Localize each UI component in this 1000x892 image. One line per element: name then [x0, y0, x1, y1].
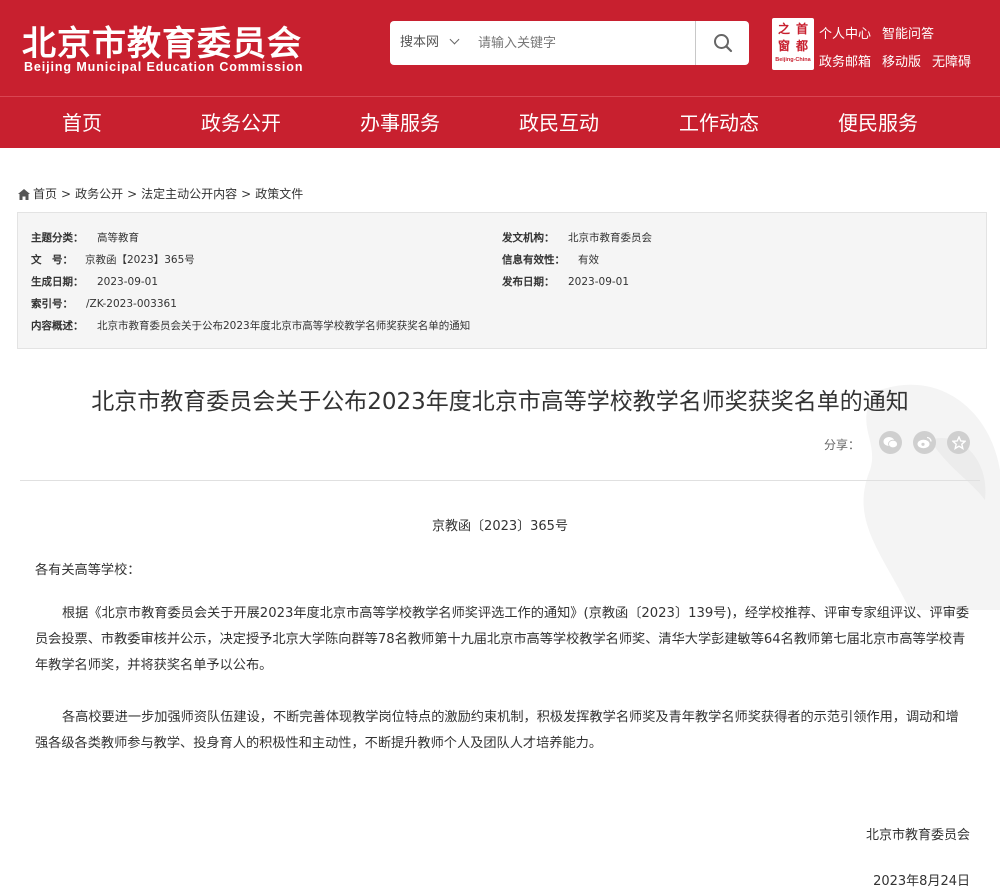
meta-summary-label: 内容概述： [31, 320, 84, 332]
meta-docnum: 文 号： 京教函【2023】365号 [31, 252, 195, 267]
chevron-down-icon [449, 34, 460, 45]
meta-validity-label: 信息有效性： [502, 254, 565, 266]
link-accessibility[interactable]: 无障碍 [932, 55, 971, 70]
article-title: 北京市教育委员会关于公布2023年度北京市高等学校教学名师奖获奖名单的通知 [91, 389, 909, 415]
meta-created: 生成日期： 2023-09-01 [31, 274, 158, 289]
share-label: 分享： [824, 438, 861, 452]
link-gov-mailbox[interactable]: 政务邮箱 [819, 55, 871, 70]
meta-issuer-value: 北京市教育委员会 [568, 232, 652, 244]
link-smart-qa[interactable]: 智能问答 [882, 27, 934, 42]
breadcrumb-home[interactable]: 首页 [33, 187, 57, 201]
meta-summary-value: 北京市教育委员会关于公布2023年度北京市高等学校教学名师奖获奖名单的通知 [97, 320, 471, 332]
breadcrumb-separator: > [127, 187, 138, 201]
document-meta-box: 主题分类： 高等教育 发文机构： 北京市教育委员会 文 号： 京教函【2023】365… [17, 212, 987, 349]
search-scope-select[interactable]: 搜本网 [400, 21, 460, 65]
seal-char: 首 [795, 22, 808, 36]
article-signer: 北京市教育委员会 [865, 828, 970, 843]
site-header: 北京市教育委员会 Beijing Municipal Education Com… [0, 0, 1000, 96]
nav-item-public-services[interactable]: 便民服务 [838, 97, 918, 149]
link-personal-center[interactable]: 个人中心 [819, 27, 871, 42]
title-divider [20, 480, 980, 481]
breadcrumb-separator: > [241, 187, 252, 201]
meta-created-label: 生成日期： [31, 276, 84, 288]
meta-topic-value: 高等教育 [97, 232, 139, 244]
nav-item-gov-affairs[interactable]: 政务公开 [201, 97, 281, 149]
meta-validity: 信息有效性： 有效 [502, 252, 599, 267]
nav-item-services[interactable]: 办事服务 [360, 97, 440, 149]
seal-chars: 之 首 窗 都 [775, 21, 811, 55]
article-doc-number: 京教函〔2023〕365号 [432, 519, 568, 534]
search-input[interactable] [478, 29, 678, 57]
article-paragraph-2: 各高校要进一步加强师资队伍建设，不断完善体现教学岗位特点的激励约束机制，积极发挥… [35, 710, 959, 751]
link-mobile-version[interactable]: 移动版 [882, 55, 921, 70]
nav-item-work-news[interactable]: 工作动态 [679, 97, 759, 149]
breadcrumb-gov-affairs[interactable]: 政务公开 [75, 187, 123, 201]
home-icon [18, 189, 30, 200]
nav-item-home[interactable]: 首页 [62, 97, 102, 149]
breadcrumb-separator: > [61, 187, 72, 201]
meta-published: 发布日期： 2023-09-01 [502, 274, 629, 289]
search-icon [713, 34, 732, 53]
nav-item-interaction[interactable]: 政民互动 [519, 97, 599, 149]
meta-summary: 内容概述： 北京市教育委员会关于公布2023年度北京市高等学校教学名师奖获奖名单的… [31, 318, 470, 333]
breadcrumb-policy-docs[interactable]: 政策文件 [255, 187, 303, 201]
favorite-icon [951, 435, 966, 450]
share-weibo-button[interactable] [913, 431, 936, 454]
seal-char: 都 [795, 39, 808, 53]
capital-window-seal[interactable]: 之 首 窗 都 Beijing-China [772, 18, 814, 70]
site-logo-en: Beijing Municipal Education Commission [24, 60, 304, 74]
meta-validity-value: 有效 [578, 254, 599, 266]
search-bar: 搜本网 [390, 21, 749, 65]
share-wechat-button[interactable] [879, 431, 902, 454]
meta-topic-label: 主题分类： [31, 232, 84, 244]
top-links-row1: 个人中心 智能问答 [819, 23, 945, 42]
breadcrumb-public-content[interactable]: 法定主动公开内容 [141, 187, 237, 201]
meta-docnum-value: 京教函【2023】365号 [85, 254, 195, 266]
meta-published-label: 发布日期： [502, 276, 555, 288]
meta-index-value: /ZK-2023-003361 [86, 298, 177, 310]
seal-en-text: Beijing-China [775, 57, 811, 63]
meta-created-value: 2023-09-01 [97, 276, 159, 288]
main-nav: 首页 政务公开 办事服务 政民互动 工作动态 便民服务 [0, 96, 1000, 148]
search-button[interactable] [696, 21, 749, 65]
top-links-row2: 政务邮箱 移动版 无障碍 [819, 51, 982, 70]
meta-index: 索引号： /ZK-2023-003361 [31, 296, 177, 311]
meta-index-label: 索引号： [31, 298, 73, 310]
weibo-icon [917, 436, 932, 449]
meta-published-value: 2023-09-01 [568, 276, 630, 288]
site-logo-cn[interactable]: 北京市教育委员会 [22, 16, 302, 65]
meta-topic: 主题分类： 高等教育 [31, 230, 139, 245]
article-paragraph-1: 根据《北京市教育委员会关于开展2023年度北京市高等学校教学名师奖评选工作的通知… [35, 606, 970, 673]
seal-char: 之 [777, 22, 790, 36]
article-salutation: 各有关高等学校： [35, 563, 141, 578]
wechat-icon [883, 437, 898, 449]
meta-issuer-label: 发文机构： [502, 232, 555, 244]
article-date: 2023年8月24日 [873, 874, 970, 889]
breadcrumb: 首页 > 政务公开 > 法定主动公开内容 > 政策文件 [18, 185, 303, 202]
favorite-button[interactable] [947, 431, 970, 454]
meta-docnum-label: 文 号： [31, 254, 73, 266]
meta-issuer: 发文机构： 北京市教育委员会 [502, 230, 652, 245]
search-scope-label: 搜本网 [400, 35, 440, 50]
seal-char: 窗 [777, 39, 790, 53]
